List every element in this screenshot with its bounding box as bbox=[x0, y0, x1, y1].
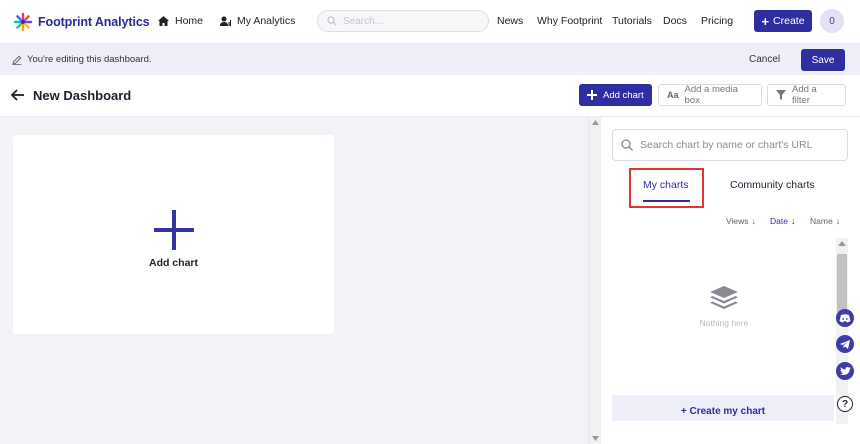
scroll-down-icon[interactable] bbox=[592, 436, 599, 441]
home-icon bbox=[158, 16, 169, 26]
add-chart-label: Add chart bbox=[603, 89, 644, 101]
add-media-label: Add a media box bbox=[684, 84, 738, 106]
search-icon bbox=[621, 139, 633, 151]
add-chart-button[interactable]: Add chart bbox=[579, 84, 652, 106]
arrow-down-icon: ↓ bbox=[835, 216, 841, 226]
canvas-scrollbar[interactable] bbox=[588, 117, 601, 444]
create-my-chart-button[interactable]: + Create my chart bbox=[612, 395, 834, 421]
add-media-box-button[interactable]: Aa Add a media box bbox=[658, 84, 762, 106]
global-search[interactable] bbox=[317, 10, 489, 32]
save-button[interactable]: Save bbox=[801, 49, 845, 71]
sort-name[interactable]: Name ↓ bbox=[810, 216, 840, 226]
tab-community-charts[interactable]: Community charts bbox=[730, 179, 815, 191]
arrow-down-icon: ↓ bbox=[790, 216, 796, 226]
plus-icon bbox=[587, 90, 597, 100]
empty-state: Nothing here bbox=[612, 285, 836, 328]
add-filter-label: Add a filter bbox=[792, 84, 817, 106]
edit-banner: You're editing this dashboard. Cancel bbox=[0, 44, 860, 75]
layers-icon bbox=[710, 286, 738, 309]
pencil-icon bbox=[12, 55, 22, 65]
nav-home[interactable]: Home bbox=[158, 15, 203, 27]
arrow-down-icon: ↓ bbox=[751, 216, 757, 226]
plus-icon bbox=[153, 210, 194, 250]
back-arrow-icon[interactable] bbox=[10, 88, 25, 106]
filter-icon bbox=[776, 90, 786, 100]
text-format-icon: Aa bbox=[667, 90, 679, 100]
nav-why-footprint[interactable]: Why Footprint bbox=[537, 15, 602, 27]
sort-views-label: Views bbox=[726, 216, 749, 226]
global-search-input[interactable] bbox=[343, 15, 483, 27]
plus-icon: + bbox=[761, 13, 770, 29]
twitter-icon[interactable] bbox=[836, 362, 854, 380]
add-chart-card-label: Add chart bbox=[148, 257, 198, 269]
dashboard-header: New Dashboard Add chart Aa Add a media b… bbox=[0, 75, 860, 117]
edit-notice: You're editing this dashboard. bbox=[12, 54, 152, 65]
create-label: Create bbox=[773, 15, 805, 27]
nav-my-analytics[interactable]: My Analytics bbox=[220, 15, 295, 27]
nav-docs[interactable]: Docs bbox=[663, 15, 687, 27]
sort-views[interactable]: Views ↓ bbox=[726, 216, 756, 226]
discord-icon[interactable] bbox=[836, 309, 854, 327]
sort-name-label: Name bbox=[810, 216, 833, 226]
cancel-button[interactable]: Cancel bbox=[749, 54, 780, 65]
help-icon[interactable]: ? bbox=[837, 396, 853, 412]
sort-date-label: Date bbox=[770, 216, 788, 226]
nav-my-analytics-label: My Analytics bbox=[237, 15, 296, 27]
top-nav: Footprint Analytics Home My Analytics Ne… bbox=[0, 0, 860, 44]
dashboard-canvas: Add chart bbox=[0, 117, 601, 444]
telegram-icon[interactable] bbox=[836, 335, 854, 353]
chart-search-input[interactable] bbox=[640, 139, 840, 151]
page-title: New Dashboard bbox=[33, 88, 132, 103]
footprint-logo-icon bbox=[13, 12, 33, 32]
scroll-up-icon[interactable] bbox=[592, 120, 599, 125]
nav-pricing[interactable]: Pricing bbox=[701, 15, 733, 27]
nav-home-label: Home bbox=[175, 15, 204, 27]
create-button[interactable]: + Create bbox=[754, 10, 812, 32]
brand-logo[interactable]: Footprint Analytics bbox=[13, 12, 150, 32]
sort-date[interactable]: Date ↓ bbox=[770, 216, 795, 226]
add-filter-button[interactable]: Add a filter bbox=[767, 84, 846, 106]
edit-notice-text: You're editing this dashboard. bbox=[27, 54, 152, 65]
avatar[interactable]: 0 bbox=[820, 9, 844, 33]
user-chart-icon bbox=[220, 16, 231, 27]
scroll-up-icon[interactable] bbox=[838, 241, 846, 246]
search-icon bbox=[327, 16, 337, 26]
brand-name: Footprint Analytics bbox=[38, 15, 150, 29]
chart-search[interactable] bbox=[612, 129, 848, 161]
nav-tutorials[interactable]: Tutorials bbox=[612, 15, 652, 27]
empty-state-text: Nothing here bbox=[699, 318, 749, 328]
add-chart-card[interactable]: Add chart bbox=[13, 135, 334, 334]
nav-news[interactable]: News bbox=[497, 15, 523, 27]
tab-highlight-box bbox=[629, 168, 704, 208]
